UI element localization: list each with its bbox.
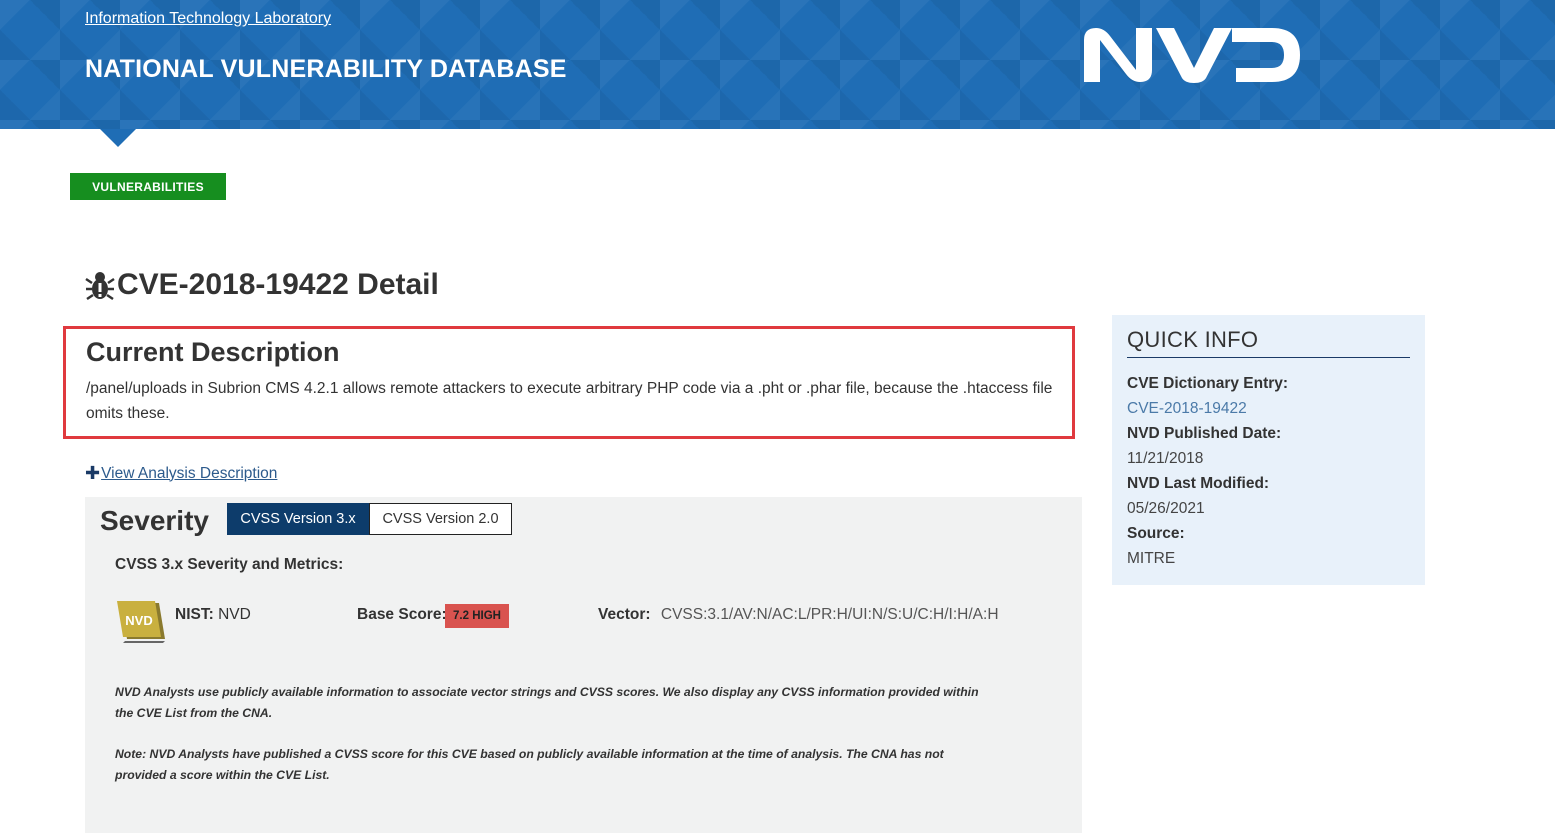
banner-notch [100, 129, 136, 147]
tab-cvss-3[interactable]: CVSS Version 3.x [227, 503, 369, 535]
view-analysis-link[interactable]: View Analysis Description [101, 465, 277, 483]
page-title-text: CVE-2018-19422 Detail [117, 268, 439, 301]
source-value: MITRE [1127, 550, 1176, 567]
site-title[interactable]: NATIONAL VULNERABILITY DATABASE [85, 55, 567, 84]
nvd-logo[interactable] [1082, 26, 1302, 84]
vector-label: Vector: [598, 606, 651, 623]
nist-label: NIST: [175, 606, 214, 623]
description-heading: Current Description [86, 337, 340, 367]
metrics-heading: CVSS 3.x Severity and Metrics: [115, 556, 344, 573]
modified-label: NVD Last Modified: [1127, 475, 1270, 492]
quick-info-heading: QUICK INFO [1127, 327, 1410, 358]
source-label: Source: [1127, 525, 1185, 542]
view-analysis-toggle[interactable]: ✚ View Analysis Description [85, 463, 277, 484]
published-value: 11/21/2018 [1127, 450, 1204, 467]
itl-link[interactable]: Information Technology Laboratory [85, 10, 331, 28]
nist-source: NIST: NVD [175, 606, 251, 624]
bug-icon [85, 272, 115, 301]
vulnerabilities-tag[interactable]: VULNERABILITIES [70, 173, 226, 200]
severity-panel: Severity CVSS Version 3.x CVSS Version 2… [85, 497, 1082, 833]
dictionary-label: CVE Dictionary Entry: [1127, 375, 1289, 392]
base-score-label: Base Score: [357, 606, 447, 623]
description-box: Current Description /panel/uploads in Su… [63, 326, 1075, 439]
tab-cvss-2[interactable]: CVSS Version 2.0 [369, 503, 512, 535]
badge-text: NVD [125, 613, 152, 628]
dictionary-link[interactable]: CVE-2018-19422 [1127, 396, 1288, 421]
cna-note: Note: NVD Analysts have published a CVSS… [115, 747, 944, 782]
header-banner: Information Technology Laboratory NATION… [0, 0, 1555, 129]
plus-icon: ✚ [85, 463, 101, 483]
analyst-note: NVD Analysts use publicly available info… [115, 685, 979, 720]
vector: Vector: CVSS:3.1/AV:N/AC:L/PR:H/UI:N/S:U… [598, 606, 999, 624]
published-label: NVD Published Date: [1127, 425, 1282, 442]
nist-value: NVD [218, 606, 251, 623]
base-score-badge[interactable]: 7.2 HIGH [445, 604, 509, 628]
severity-heading: Severity [100, 505, 209, 536]
description-text: /panel/uploads in Subrion CMS 4.2.1 allo… [86, 380, 1053, 422]
modified-value: 05/26/2021 [1127, 500, 1205, 517]
quick-info-panel: QUICK INFO CVE Dictionary Entry: CVE-201… [1112, 315, 1425, 585]
page-title: CVE-2018-19422 Detail [85, 268, 439, 302]
vector-value: CVSS:3.1/AV:N/AC:L/PR:H/UI:N/S:U/C:H/I:H… [660, 606, 999, 623]
nvd-badge-icon: NVD [117, 601, 165, 643]
